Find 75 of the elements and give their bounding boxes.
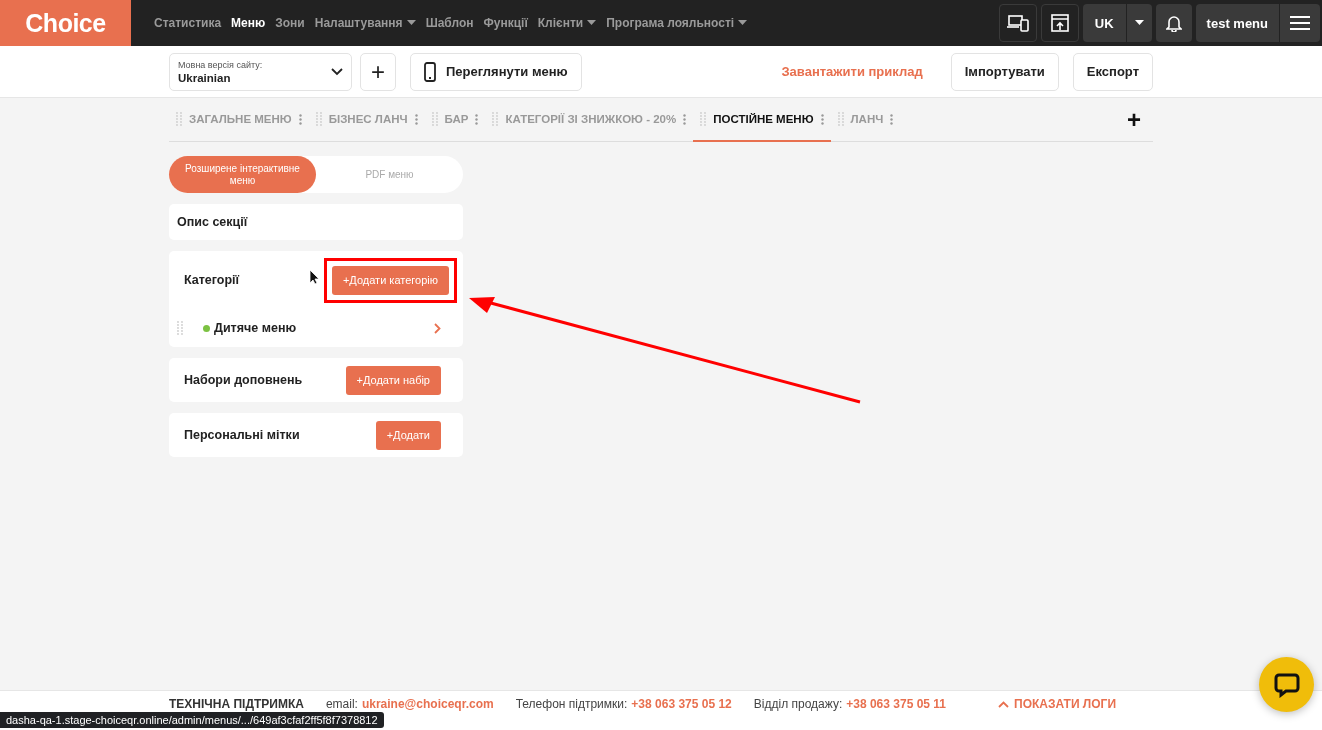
tab-label: ЛАНЧ <box>850 113 884 125</box>
caret-icon <box>1134 20 1144 26</box>
add-button[interactable]: +Додати категорію <box>331 265 449 295</box>
add-tab-button[interactable]: + <box>1115 98 1153 141</box>
nav-link[interactable]: Зони <box>275 16 305 30</box>
section-title: Набори доповнень <box>184 373 303 387</box>
phone-link[interactable]: +38 063 375 05 12 <box>631 697 732 711</box>
nav-link[interactable]: Статистика <box>154 16 222 30</box>
bell-icon <box>1165 14 1182 32</box>
tab-label: ЗАГАЛЬНЕ МЕНЮ <box>189 113 292 125</box>
notifications-button[interactable] <box>1155 4 1192 42</box>
upload-icon <box>1050 14 1069 32</box>
nav-link[interactable]: Програма лояльності <box>606 16 748 30</box>
menu-button[interactable] <box>1280 4 1320 42</box>
section-title: Персональні мітки <box>184 428 300 442</box>
tab-label: КАТЕГОРІЇ ЗІ ЗНИЖКОЮ - 20% <box>505 113 677 125</box>
footer-label: Телефон підтримки: <box>515 697 628 711</box>
drag-handle-icon[interactable] <box>492 112 499 126</box>
menu-icon <box>1290 15 1310 31</box>
drag-handle-icon[interactable] <box>431 112 438 126</box>
view-option[interactable]: Розширене інтерактивне меню <box>169 156 316 193</box>
phone-link[interactable]: +38 063 375 05 11 <box>846 697 946 711</box>
category-link[interactable]: Дитяче меню <box>214 321 434 335</box>
section-title: Опис секції <box>177 215 248 229</box>
footer-title: ТЕХНІЧНА ПІДТРИМКА <box>169 697 304 711</box>
download-example-link[interactable]: Завантажити приклад <box>781 64 923 79</box>
add-button[interactable]: +Додати набір <box>345 365 441 395</box>
chevron-down-icon <box>331 67 343 76</box>
more-icon[interactable] <box>820 113 824 125</box>
more-icon[interactable] <box>890 113 894 125</box>
footer-label: Відділ продажу: <box>753 697 843 711</box>
chevron-right-icon <box>434 322 441 334</box>
drag-handle-icon[interactable] <box>837 112 844 126</box>
drag-handle-icon[interactable] <box>176 112 182 126</box>
footer-label: email: <box>325 697 358 711</box>
drag-handle-icon[interactable] <box>315 112 322 126</box>
tab-label: БІЗНЕС ЛАНЧ <box>328 113 408 125</box>
phone-icon <box>424 61 436 82</box>
nav-link[interactable]: Клієнти <box>537 16 597 30</box>
import-button[interactable]: Імпортувати <box>950 52 1059 91</box>
tab-label: БАР <box>444 113 469 125</box>
more-icon[interactable] <box>414 113 418 125</box>
devices-icon <box>1006 14 1029 32</box>
logo: Choice <box>0 0 131 46</box>
language-select[interactable]: Мовна версія сайту: Ukrainian <box>169 52 352 91</box>
more-icon[interactable] <box>475 113 479 125</box>
nav-link[interactable]: Шаблон <box>425 16 474 30</box>
select-label: Мовна версія сайту: <box>178 59 263 70</box>
add-button[interactable]: +Додати <box>375 420 441 450</box>
language-button[interactable]: UK <box>1082 4 1126 42</box>
nav-link[interactable]: Налаштування <box>314 16 416 30</box>
chevron-up-icon <box>998 700 1009 708</box>
tab-label: ПОСТІЙНЕ МЕНЮ <box>713 113 814 125</box>
section-card[interactable]: Опис секції <box>169 204 463 240</box>
section-title: Категорії <box>184 273 240 287</box>
show-logs-link[interactable]: ПОКАЗАТИ ЛОГИ <box>998 697 1117 711</box>
nav-link[interactable]: Функції <box>483 16 528 30</box>
drag-handle-icon[interactable] <box>700 112 707 126</box>
upload-button[interactable] <box>1040 4 1079 42</box>
preview-button[interactable]: Переглянути меню <box>410 52 582 91</box>
email-link[interactable]: ukraine@choiceqr.com <box>361 697 494 711</box>
more-icon[interactable] <box>298 113 302 125</box>
status-url: dasha-qa-1.stage-choiceqr.online/admin/menus/.../649af3cfaf2ff5f8f7378812 <box>0 712 384 728</box>
add-language-button[interactable]: + <box>360 52 396 91</box>
account-button[interactable]: test menu <box>1195 4 1279 42</box>
select-value: Ukrainian <box>178 71 232 84</box>
nav-link[interactable]: Меню <box>231 16 266 30</box>
drag-handle-icon[interactable] <box>177 321 183 335</box>
export-button[interactable]: Експорт <box>1072 52 1153 91</box>
more-icon[interactable] <box>683 113 687 125</box>
language-dropdown[interactable] <box>1126 4 1152 42</box>
menu-tab[interactable]: ПОСТІЙНЕ МЕНЮ <box>693 98 831 142</box>
chat-icon <box>1273 671 1300 698</box>
cursor-icon <box>309 269 319 285</box>
devices-button[interactable] <box>998 4 1037 42</box>
